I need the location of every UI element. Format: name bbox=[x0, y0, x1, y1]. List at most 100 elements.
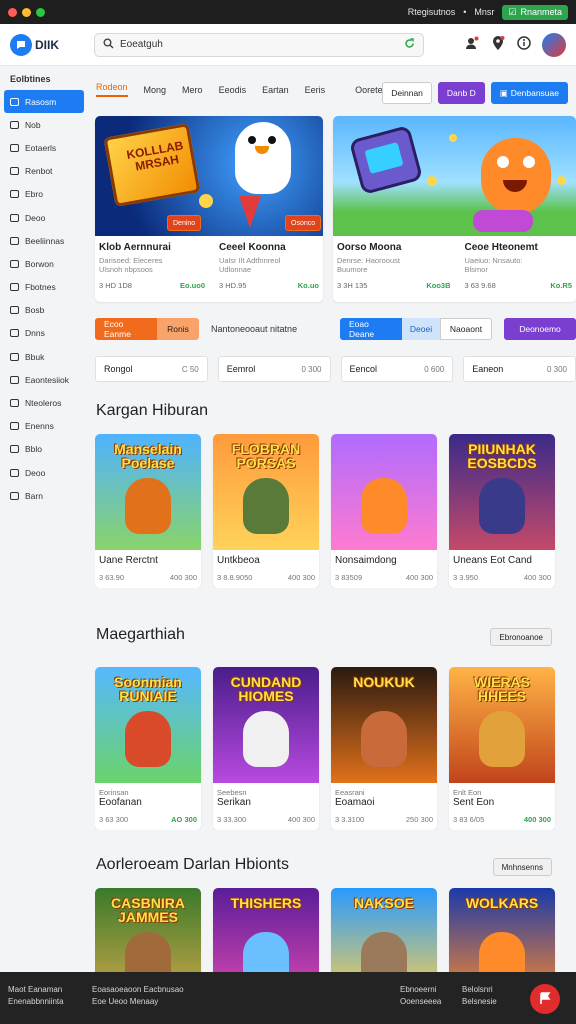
sidebar-item-10[interactable]: Dnns bbox=[0, 322, 88, 345]
game-card-row: Manselain Poelase Uane Rerctnt 3 63.90 400 … bbox=[95, 434, 576, 588]
game-players: 3 63 300 bbox=[99, 815, 129, 824]
footer-link-2[interactable]: Eoe Ueoo Menaay bbox=[92, 996, 184, 1008]
sidebar-item-11[interactable]: Bbuk bbox=[0, 345, 88, 368]
refresh-icon[interactable] bbox=[404, 37, 415, 52]
footer-link-1[interactable]: Eoasaoeaoon Eacbnusao bbox=[92, 984, 184, 996]
sidebar-item-3[interactable]: Renbot bbox=[0, 160, 88, 183]
game-cover-title: WIERAS HHEES bbox=[474, 674, 530, 704]
stat-label: Eaneon bbox=[472, 364, 504, 374]
stat-box[interactable]: Eaneon 0 300 bbox=[463, 356, 576, 382]
stats-row: Rongol C 50 Eemrol 0 300 Eencol 0 600 Eaneon 0 … bbox=[95, 356, 576, 382]
search-bar[interactable] bbox=[94, 32, 424, 57]
tab-0[interactable]: Rodeon bbox=[96, 82, 128, 97]
game-card-info: Eorinsan Eoofanan 3 63 300 AO 300 bbox=[95, 783, 201, 830]
sidebar-item-17[interactable]: Barn bbox=[0, 484, 88, 507]
game-title: Untkbeoa bbox=[217, 555, 260, 566]
sidebar-item-15[interactable]: Bblo bbox=[0, 438, 88, 461]
sidebar-item-13[interactable]: Nteoleros bbox=[0, 391, 88, 414]
help-icon bbox=[10, 468, 19, 477]
sidebar-item-5[interactable]: Deoo bbox=[0, 206, 88, 229]
filter-button-primary[interactable]: Ecoo Eanme bbox=[95, 318, 157, 340]
game-card[interactable]: CUNDAND HIOMES Seebesn Serikan 3 33.300 400 … bbox=[213, 667, 319, 830]
game-card[interactable]: NOUKUK Eeasrani Eoamaoi 3 3.3100 250 300 bbox=[331, 667, 437, 830]
sidebar-item-label: Barn bbox=[25, 490, 43, 501]
footer-link-6[interactable]: Belsnesie bbox=[462, 996, 497, 1008]
sidebar-item-label: Rasosm bbox=[25, 96, 57, 107]
game-card[interactable]: Soonmian RUNIAIE Eorinsan Eoofanan 3 63 300… bbox=[95, 667, 201, 830]
floating-action-button[interactable] bbox=[530, 984, 560, 1014]
sidebar-item-9[interactable]: Bosb bbox=[0, 299, 88, 322]
segment-button-3[interactable]: Naoaont bbox=[440, 318, 492, 340]
user-avatar[interactable] bbox=[542, 32, 566, 57]
main-content: Rodeon Mong Mero Eeodis Eartan Eeris Ooreten D… bbox=[88, 66, 576, 1004]
game-card[interactable]: WIERAS HHEES Enlt Eon Sent Eon 3 83 6/05 400… bbox=[449, 667, 555, 830]
tab-action-button-2[interactable]: Danb D bbox=[437, 82, 485, 104]
app-logo[interactable]: DIIK bbox=[10, 33, 94, 56]
game-meta: 3 63 300 AO 300 bbox=[99, 815, 197, 824]
stat-value: 0 300 bbox=[546, 364, 567, 374]
sidebar-item-14[interactable]: Enenns bbox=[0, 415, 88, 438]
game-category: Enlt Eon bbox=[453, 788, 482, 797]
tab-1[interactable]: Mong bbox=[144, 85, 167, 95]
search-input[interactable] bbox=[120, 39, 398, 50]
footer-link-3[interactable]: Ebnoeerni bbox=[400, 984, 441, 996]
game-card[interactable]: PIIUNHAK EOSBCDS Uneans Eot Cand 3 3.950 40… bbox=[449, 434, 555, 588]
top-navigation-bar: DIIK bbox=[0, 24, 576, 66]
purple-action-button[interactable]: Deonoemo bbox=[504, 318, 576, 340]
sidebar-item-16[interactable]: Deoo bbox=[0, 461, 88, 484]
game-character bbox=[125, 711, 171, 767]
location-icon[interactable] bbox=[490, 35, 506, 54]
tab-action-button-3[interactable]: ▣ Denbansuae bbox=[490, 82, 568, 104]
sidebar-item-1[interactable]: Nob bbox=[0, 113, 88, 136]
game-card-row: Soonmian RUNIAIE Eorinsan Eoofanan 3 63 300… bbox=[95, 667, 576, 830]
info-icon[interactable] bbox=[516, 35, 532, 54]
tab-3[interactable]: Eeodis bbox=[219, 85, 247, 95]
sidebar-item-0[interactable]: Rasosm bbox=[4, 90, 84, 114]
minimize-window-button[interactable] bbox=[22, 7, 31, 17]
featured-game-card[interactable]: KOLLLAB MRSAH Denino Osonco Klob Aernnur… bbox=[95, 116, 323, 302]
sidebar-item-6[interactable]: Beeliinnas bbox=[0, 229, 88, 252]
featured-game-card-2[interactable]: Oorso Moona Denrse: Haorooust Buumore 3 … bbox=[333, 116, 576, 302]
game-card[interactable]: Manselain Poelase Uane Rerctnt 3 63.90 400 … bbox=[95, 434, 201, 588]
sidebar-item-2[interactable]: Eotaerls bbox=[0, 136, 88, 159]
window-menu-item-2[interactable]: Mnsr bbox=[474, 7, 494, 17]
game-cover-art: NOUKUK bbox=[331, 667, 437, 783]
segment-button-2[interactable]: Deoei bbox=[402, 318, 440, 340]
sidebar-item-7[interactable]: Borwon bbox=[0, 252, 88, 275]
bottom-status-bar: Maot Eanaman Enenabbnniinta Eoasaoeaoon … bbox=[0, 972, 576, 1024]
game-card[interactable]: FLOBRAN PORSAS Untkbeoa 3 8.8.9050 400 300 bbox=[213, 434, 319, 588]
game-card[interactable]: Nonsaimdong 3 83509 400 300 bbox=[331, 434, 437, 588]
featured-game-info-2: Ceeel Koonna Ualsr Ilt Adtfnnreol Udlonn… bbox=[209, 236, 323, 296]
featured-game-art-2 bbox=[333, 116, 576, 236]
window-action-button[interactable]: ☑ Rnanmeta bbox=[502, 4, 568, 20]
folder-icon bbox=[10, 143, 19, 152]
stat-box[interactable]: Eemrol 0 300 bbox=[217, 356, 331, 382]
game-players: 3 3.3100 bbox=[335, 815, 365, 824]
tab-2[interactable]: Mero bbox=[182, 85, 203, 95]
gear-icon bbox=[10, 352, 19, 361]
users-icon[interactable] bbox=[464, 35, 480, 54]
stat-box[interactable]: Eencol 0 600 bbox=[340, 356, 454, 382]
tab-4[interactable]: Eartan bbox=[262, 85, 289, 95]
featured-game-badge-2[interactable]: Osonco bbox=[285, 215, 322, 231]
maximize-window-button[interactable] bbox=[36, 7, 45, 17]
sidebar-item-4[interactable]: Ebro bbox=[0, 183, 88, 206]
sidebar-item-label: Deoo bbox=[25, 467, 46, 478]
featured-game-badge[interactable]: Denino bbox=[167, 215, 202, 231]
section-see-all-button[interactable]: Ebronoanoe bbox=[490, 628, 552, 646]
filter-button-secondary[interactable]: Ronis bbox=[157, 318, 199, 340]
game-cover-title: Soonmian RUNIAIE bbox=[114, 674, 182, 704]
sidebar-item-8[interactable]: Fbotnes bbox=[0, 276, 88, 299]
segment-button-1[interactable]: Eoao Deane bbox=[340, 318, 402, 340]
close-window-button[interactable] bbox=[8, 7, 17, 17]
sidebar-item-12[interactable]: Eaontesiiok bbox=[0, 368, 88, 391]
stat-box[interactable]: Rongol C 50 bbox=[95, 356, 208, 382]
footer-link-5[interactable]: Belolsnri bbox=[462, 984, 497, 996]
tab-action-button-1[interactable]: Deinnan bbox=[382, 82, 432, 104]
featured-game-players-2: 3 HD.95 bbox=[219, 281, 247, 290]
window-menu-item[interactable]: Rtegisutnos bbox=[408, 7, 456, 17]
section-see-all-button[interactable]: Mnhnsenns bbox=[492, 858, 552, 876]
game-score: 250 300 bbox=[405, 815, 433, 824]
footer-link-4[interactable]: Ooenseeea bbox=[400, 996, 441, 1008]
tab-5[interactable]: Eeris bbox=[305, 85, 326, 95]
